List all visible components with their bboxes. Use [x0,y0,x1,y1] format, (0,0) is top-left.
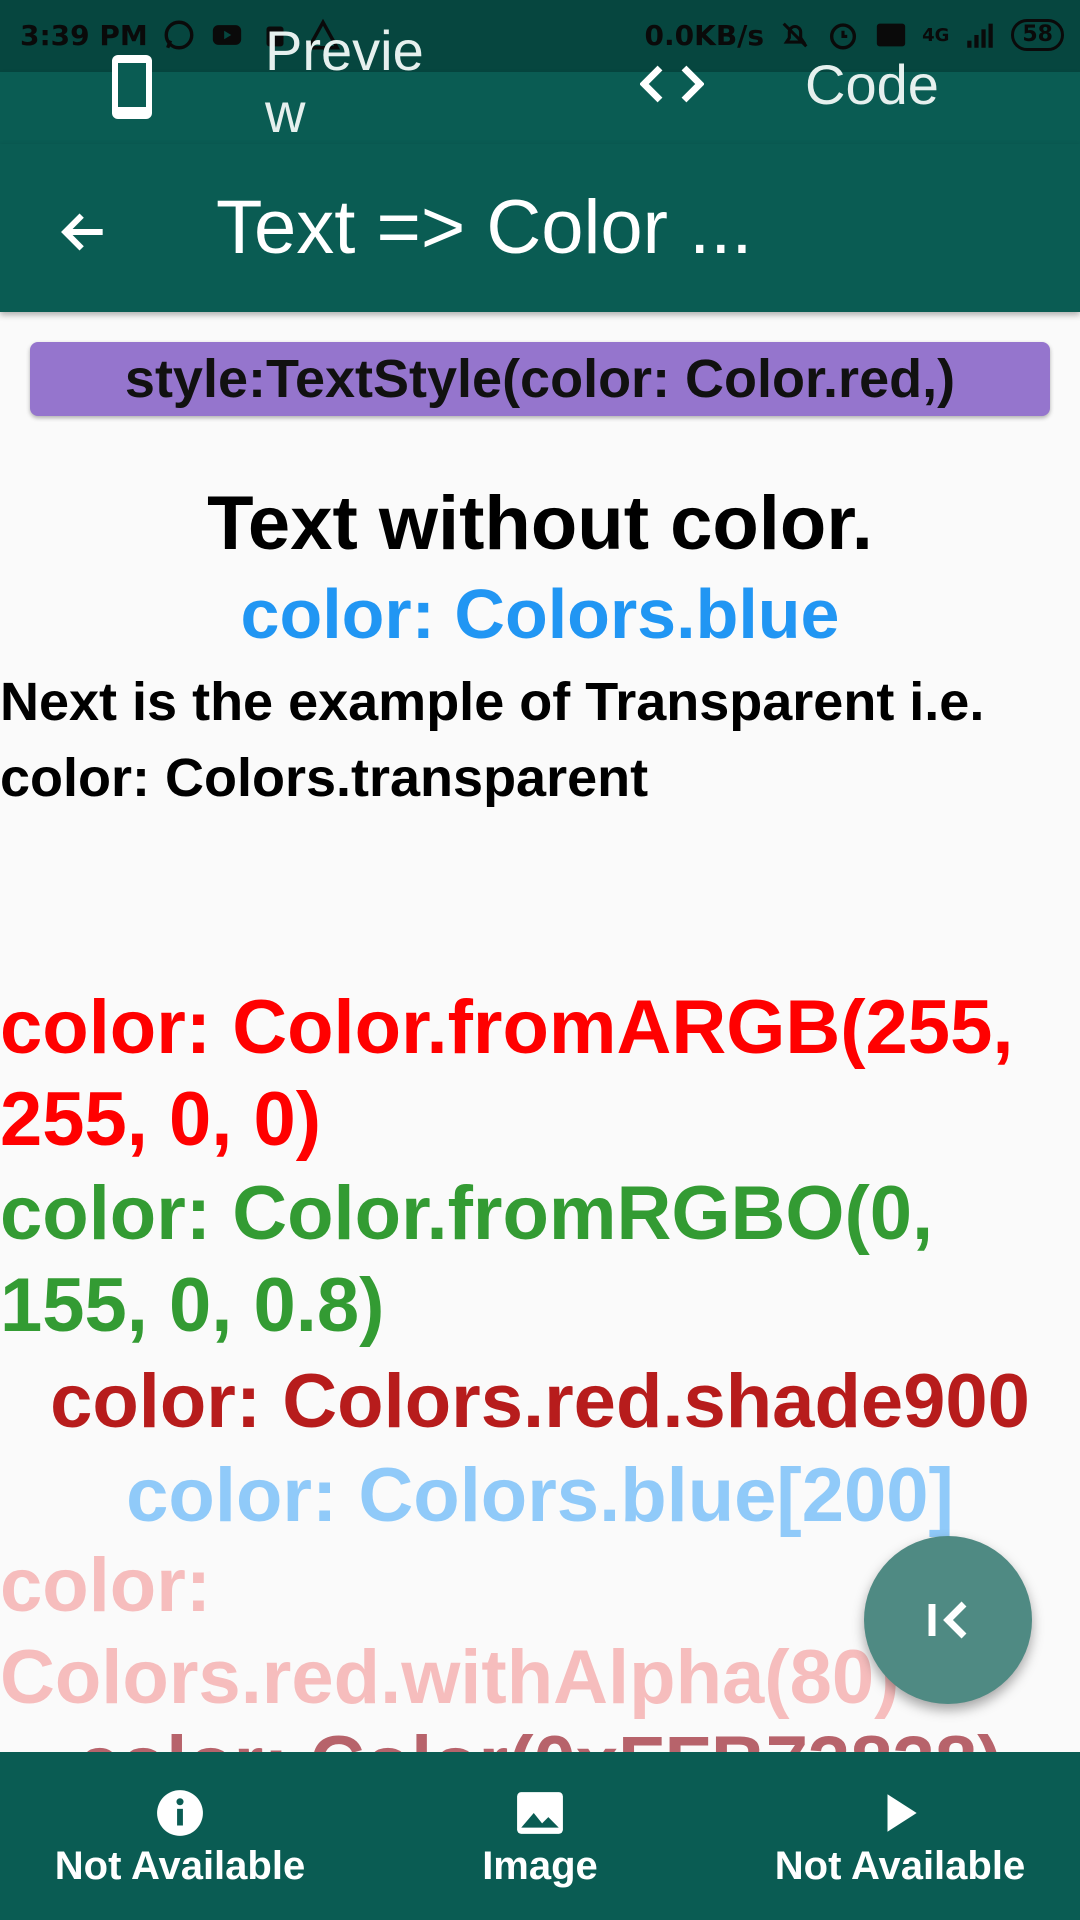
status-time: 3:39 PM [20,18,148,52]
info-icon [157,1790,203,1836]
tab-preview-label: Preview [265,19,424,144]
status-right: 0.0KB/s 4G 58 [645,18,1064,52]
play-icon [887,1794,917,1832]
tab-code-label: Code [805,53,939,116]
first-page-fab[interactable] [864,1536,1032,1704]
text-blue-200: color: Colors.blue[200] [126,1453,954,1538]
code-chip: style:TextStyle(color: Color.red,) [30,342,1050,416]
network-speed: 0.0KB/s [644,18,765,52]
text-color-hex: color: Color(0xFFB73838) [0,1720,1080,1752]
whatsapp-icon [164,20,194,50]
nav-label-play: Not Available [774,1844,1026,1888]
nav-label-image: Image [482,1844,598,1888]
text-from-rgbo: color: Color.fromRGBO(0, 155, 0, 0.8) [0,1171,934,1348]
text-red-with-alpha: color: Colors.red.withAlpha(80) [0,1543,900,1720]
text-no-color: Text without color. [207,481,873,566]
text-colors-blue: color: Colors.blue [240,575,840,653]
nav-item-play[interactable]: Not Available [720,1752,1080,1920]
image-icon [517,1792,563,1834]
first-page-icon [928,1601,967,1639]
nav-item-image[interactable]: Image [360,1752,720,1920]
signal-icon [967,23,994,48]
text-from-argb: color: Color.fromARGB(255, 255, 0, 0) [0,985,1014,1162]
app-bar: Text => Color ... [0,144,1080,312]
bottom-navigation: Not Available Image Not Available [0,1752,1080,1920]
page-title: Text => Color ... [216,185,753,270]
phone-icon [112,55,152,119]
battery-indicator: 58 [1011,19,1064,51]
nav-label-info: Not Available [54,1844,306,1888]
network-type: 4G [922,24,950,46]
content-area[interactable]: style:TextStyle(color: Color.red,) Text … [0,312,1080,1752]
nav-item-info[interactable]: Not Available [0,1752,360,1920]
code-icon [640,65,704,103]
mute-icon [782,22,808,48]
back-arrow-icon[interactable] [56,204,112,260]
text-transparent-note: Next is the example of Transparent i.e. … [0,672,985,808]
preview-code-tab-bar: Preview Code [0,20,1080,144]
youtube-icon [212,25,241,45]
volte-icon [876,23,906,47]
text-red-shade900: color: Colors.red.shade900 [50,1359,1030,1444]
alarm-icon [830,23,857,50]
